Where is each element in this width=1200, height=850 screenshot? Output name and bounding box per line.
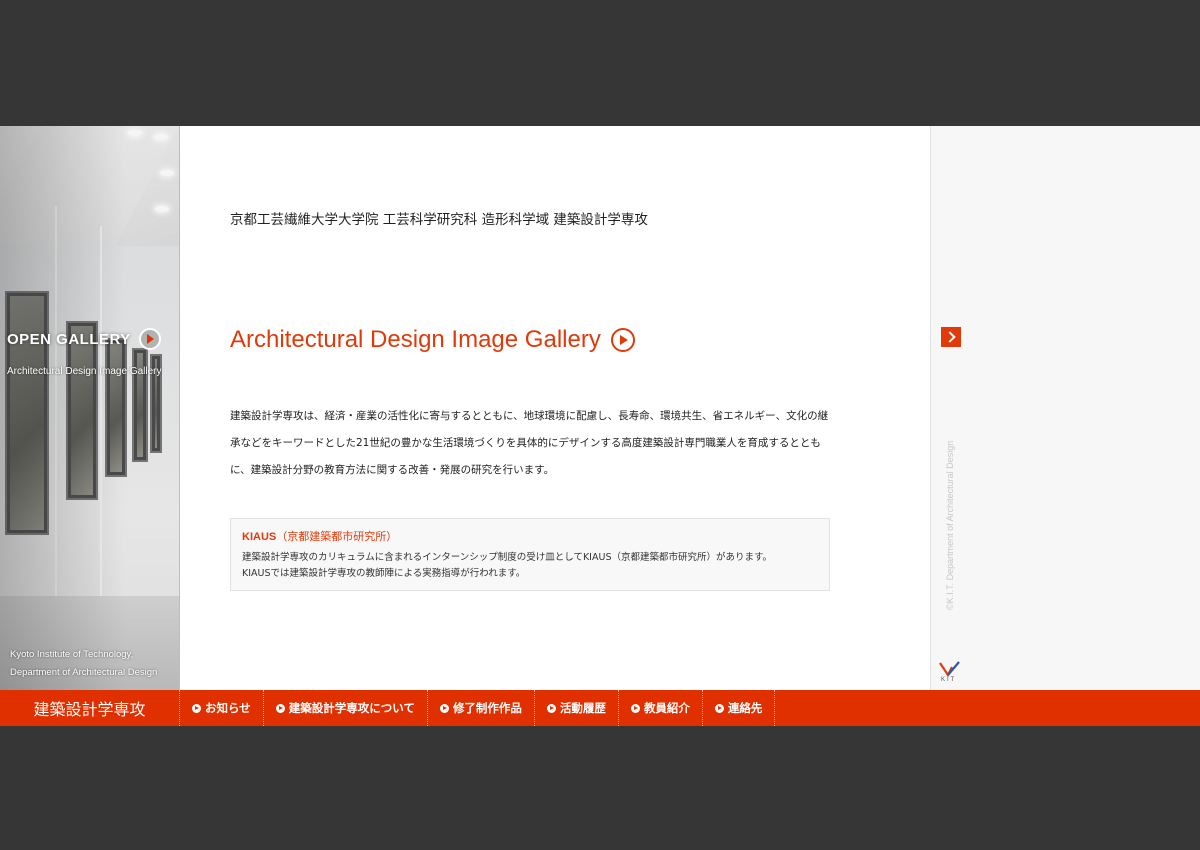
gallery-heading-text: Architectural Design Image Gallery	[230, 326, 601, 353]
photo-caption-line2: Department of Architectural Design	[10, 667, 158, 678]
gallery-subtitle: Architectural Design Image Gallery	[7, 366, 162, 377]
nav-item-label: 活動履歴	[559, 701, 606, 715]
chevron-right-icon	[943, 331, 956, 343]
arrow-circle-icon	[192, 703, 201, 713]
next-arrow-button[interactable]	[941, 327, 961, 347]
main-nav: 建築設計学専攻 お知らせ 建築設計学専攻について 修了制作作品 活動履歴 教員紹…	[0, 690, 1200, 726]
arrow-circle-icon	[546, 703, 556, 713]
kit-logo-mark-icon	[939, 661, 960, 677]
arrow-circle-icon	[439, 703, 449, 713]
kiaus-line2: KIAUSでは建築設計学専攻の教師陣による実務指導が行われます。	[242, 568, 526, 579]
photo-caption-line1: Kyoto Institute of Technology,	[10, 649, 134, 660]
gallery-photo-panel[interactable]: OPEN GALLERY Architectural Design Image …	[0, 126, 180, 690]
arrow-circle-icon	[630, 703, 640, 713]
page-stage: OPEN GALLERY Architectural Design Image …	[0, 126, 1200, 726]
right-strip: ©K.I.T. Department of Architectural Desi…	[930, 126, 1200, 690]
nav-item-label: 教員紹介	[643, 701, 690, 715]
nav-item-about[interactable]: 建築設計学専攻について	[264, 690, 428, 726]
kiaus-title[interactable]: KIAUS（京都建築都市研究所）	[242, 528, 818, 544]
arrow-circle-icon	[714, 703, 724, 713]
nav-item-label: 建築設計学専攻について	[288, 701, 415, 715]
nav-item-contact[interactable]: 連絡先	[703, 690, 776, 726]
play-icon	[610, 328, 635, 352]
nav-item-label: 修了制作作品	[452, 701, 522, 715]
nav-item-works[interactable]: 修了制作作品	[428, 690, 535, 726]
kiaus-box: KIAUS（京都建築都市研究所） 建築設計学専攻のカリキュラムに含まれるインター…	[230, 518, 830, 591]
nav-item-faculty[interactable]: 教員紹介	[619, 690, 703, 726]
gallery-heading-link[interactable]: Architectural Design Image Gallery	[230, 326, 635, 354]
site-brand[interactable]: 建築設計学専攻	[0, 690, 180, 726]
nav-item-label: お知らせ	[205, 701, 251, 715]
main-content: 京都工芸繊維大学大学院 工芸科学研究科 造形科学域 建築設計学専攻 Archit…	[180, 126, 930, 690]
kiaus-line1: 建築設計学専攻のカリキュラムに含まれるインターンシップ制度の受け皿としてKIAU…	[242, 552, 773, 563]
page-title: 京都工芸繊維大学大学院 工芸科学研究科 造形科学域 建築設計学専攻	[230, 212, 648, 228]
kit-logo[interactable]: KIT	[939, 661, 961, 685]
kiaus-body: 建築設計学専攻のカリキュラムに含まれるインターンシップ制度の受け皿としてKIAU…	[242, 550, 818, 582]
arrow-circle-icon	[275, 703, 285, 713]
nav-item-label: 連絡先	[727, 701, 763, 715]
play-icon	[138, 328, 161, 350]
open-gallery-button[interactable]: OPEN GALLERY	[7, 328, 161, 350]
kit-logo-label: KIT	[941, 677, 957, 683]
nav-item-activities[interactable]: 活動履歴	[535, 690, 619, 726]
kiaus-title-name: KIAUS	[242, 531, 277, 543]
photo-shade	[0, 126, 179, 690]
photo-caption: Kyoto Institute of Technology, Departmen…	[10, 646, 157, 682]
nav-item-news[interactable]: お知らせ	[180, 690, 264, 726]
intro-paragraph: 建築設計学専攻は、経済・産業の活性化に寄与するとともに、地球環境に配慮し、長寿命…	[230, 410, 829, 476]
kiaus-title-note: （京都建築都市研究所）	[276, 530, 398, 543]
open-gallery-label: OPEN GALLERY	[7, 330, 131, 348]
copyright-vertical-text: ©K.I.T. Department of Architectural Desi…	[945, 440, 955, 610]
